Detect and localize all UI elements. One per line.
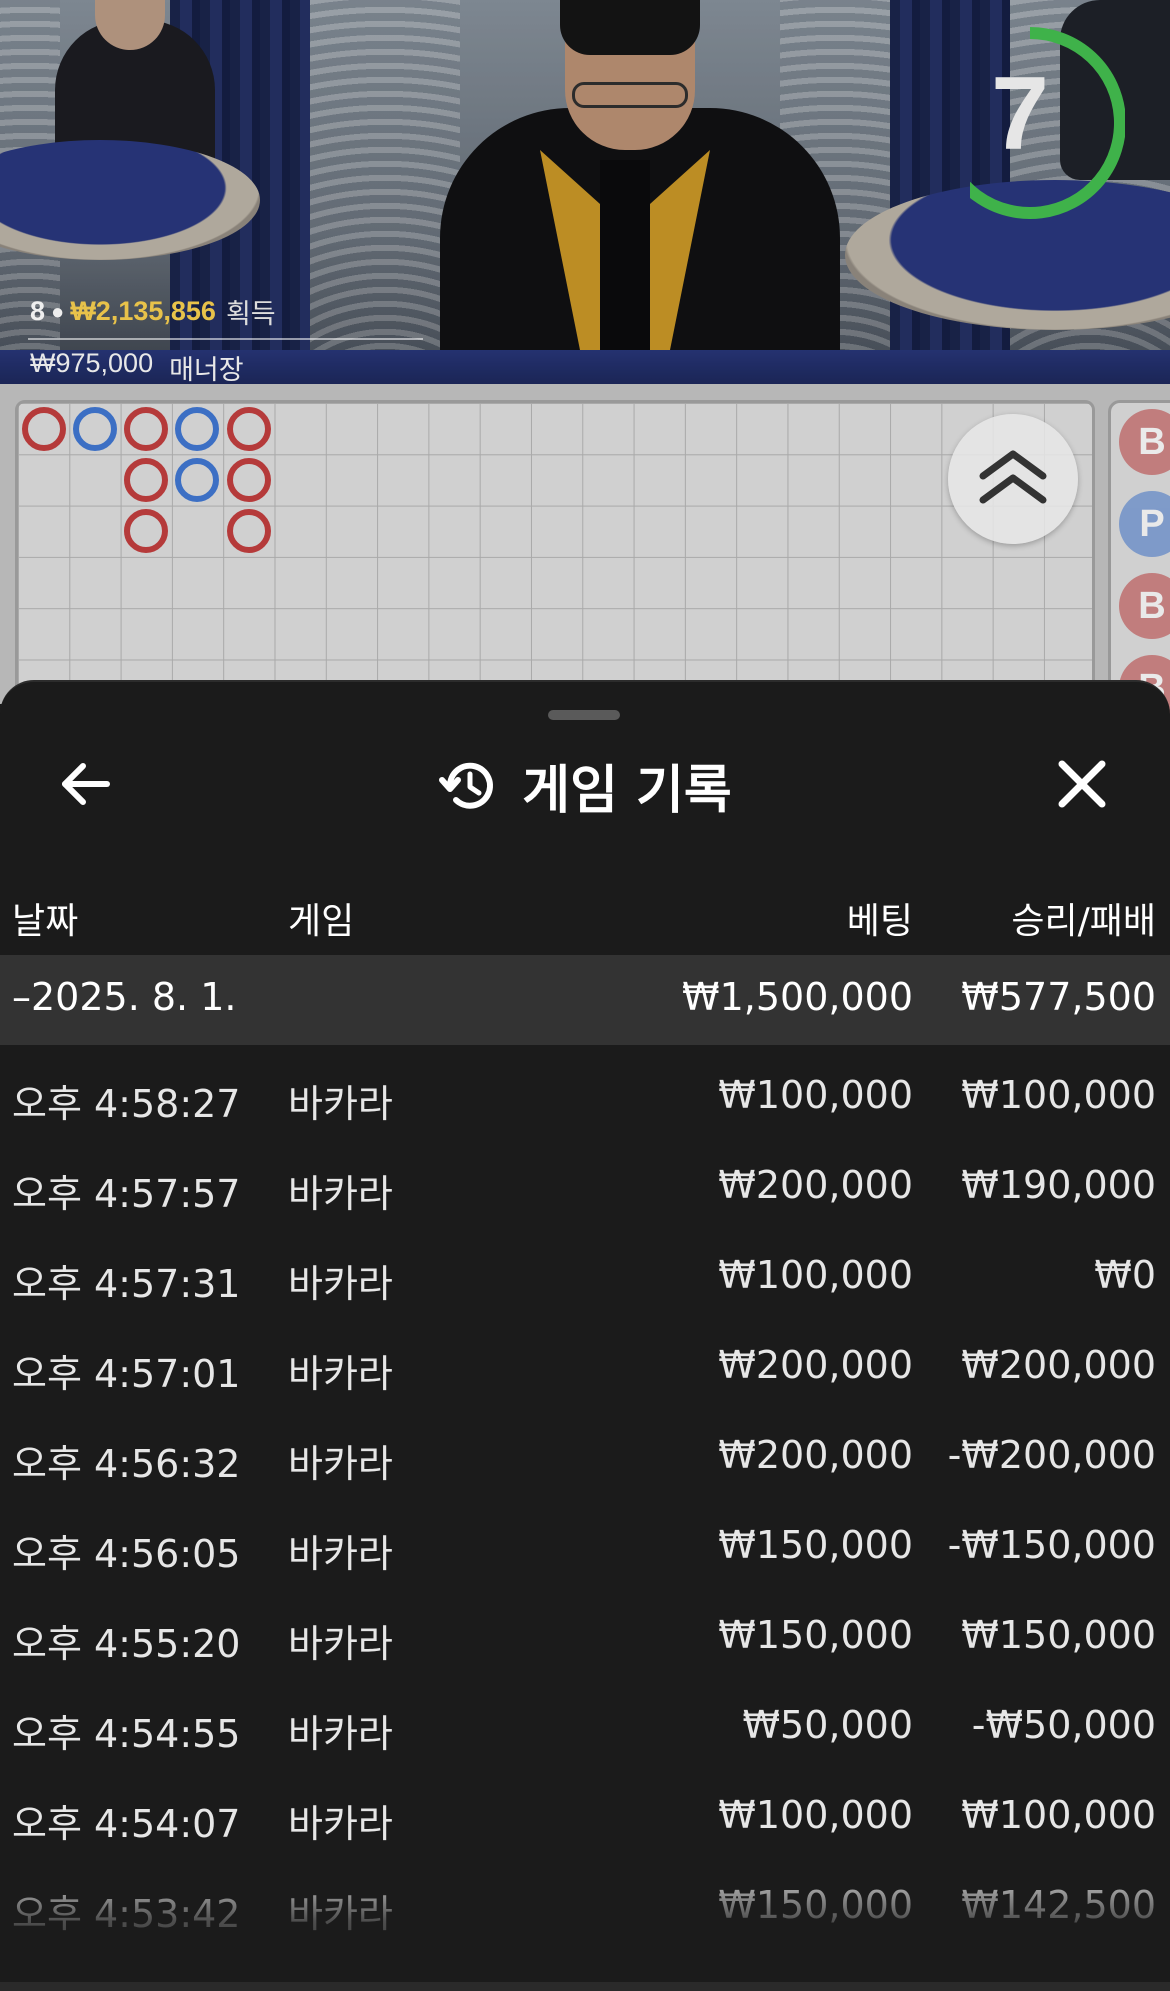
row-game: 바카라 — [288, 1802, 393, 1846]
user-icon: ● — [51, 298, 65, 324]
row-result: ₩150,000 — [961, 1613, 1156, 1657]
player-bead — [175, 457, 220, 502]
row-result: ₩100,000 — [961, 1793, 1156, 1837]
row-time: 오후 4:56:32 — [12, 1442, 241, 1486]
player-result-marker: P — [1119, 491, 1170, 557]
row-game: 바카라 — [288, 1262, 393, 1306]
banker-result-marker: B — [1119, 573, 1170, 639]
history-rows: 오후 4:58:27 바카라 ₩100,000 ₩100,000 오후 4:57:57 바… — [0, 1045, 1170, 1945]
table-row[interactable]: 오후 4:56:05 바카라 ₩150,000 -₩150,000 — [0, 1495, 1170, 1585]
row-time: 오후 4:55:20 — [12, 1622, 241, 1666]
row-result: -₩200,000 — [947, 1433, 1156, 1477]
column-header-game: 게임 — [288, 901, 355, 942]
table-row[interactable]: 오후 4:57:31 바카라 ₩100,000 ₩0 — [0, 1225, 1170, 1315]
title-text: 게임 기록 — [522, 761, 732, 821]
sheet-drag-handle[interactable] — [548, 710, 620, 720]
row-time: 오후 4:57:57 — [12, 1172, 241, 1216]
row-bet: ₩200,000 — [718, 1433, 913, 1477]
row-time: 오후 4:56:05 — [12, 1532, 241, 1576]
table-row[interactable]: 오후 4:57:01 바카라 ₩200,000 ₩200,000 — [0, 1315, 1170, 1405]
bead-road-grid[interactable] — [15, 400, 1095, 710]
banker-bead — [226, 457, 271, 502]
manager-amount: ₩975,000 — [30, 348, 154, 378]
row-bet: ₩50,000 — [742, 1703, 913, 1747]
close-button[interactable] — [1052, 754, 1112, 814]
sheet-title: 게임 기록 — [0, 748, 1170, 823]
row-result: ₩0 — [1094, 1253, 1156, 1297]
table-row[interactable]: 오후 4:54:07 바카라 ₩100,000 ₩100,000 — [0, 1765, 1170, 1855]
table-win-info: 8 ● ₩2,135,856 획득 — [30, 292, 276, 331]
row-game: 바카라 — [288, 1352, 393, 1396]
row-game: 바카라 — [288, 1892, 393, 1936]
row-game: 바카라 — [288, 1532, 393, 1576]
live-video-stream: 7 8 ● ₩2,135,856 획득 ₩975,000 매너장 — [0, 0, 1170, 384]
win-amount: ₩2,135,856 — [70, 296, 216, 326]
row-time: 오후 4:58:27 — [12, 1082, 241, 1126]
table-row[interactable]: 오후 4:53:42 바카라 ₩150,000 ₩142,500 — [0, 1855, 1170, 1945]
player-bead — [175, 406, 220, 451]
row-result: ₩100,000 — [961, 1073, 1156, 1117]
game-history-sheet: 게임 기록 날짜 게임 베팅 승리/패배 –2025. 8. 1. ₩1,500… — [0, 680, 1170, 1991]
row-result: -₩150,000 — [947, 1523, 1156, 1567]
row-game: 바카라 — [288, 1442, 393, 1486]
banker-bead — [124, 406, 169, 451]
row-game: 바카라 — [288, 1172, 393, 1216]
row-result: -₩50,000 — [971, 1703, 1156, 1747]
group-bet-total: ₩1,500,000 — [682, 975, 913, 1019]
win-label: 획득 — [225, 299, 276, 329]
row-bet: ₩150,000 — [718, 1883, 913, 1927]
history-icon — [439, 762, 494, 809]
table-row[interactable]: 오후 4:57:57 바카라 ₩200,000 ₩190,000 — [0, 1135, 1170, 1225]
player-count: 8 — [30, 296, 46, 326]
banker-bead — [226, 509, 271, 554]
row-bet: ₩200,000 — [718, 1343, 913, 1387]
manager-label: 매너장 — [169, 355, 244, 384]
row-bet: ₩200,000 — [718, 1163, 913, 1207]
row-bet: ₩100,000 — [718, 1793, 913, 1837]
row-time: 오후 4:54:07 — [12, 1802, 241, 1846]
row-game: 바카라 — [288, 1082, 393, 1126]
group-date: –2025. 8. 1. — [12, 975, 237, 1019]
column-header-result: 승리/패배 — [1011, 901, 1156, 942]
manager-info: ₩975,000 매너장 — [30, 348, 244, 384]
player-bead — [72, 406, 117, 451]
table-row[interactable]: 오후 4:55:20 바카라 ₩150,000 ₩150,000 — [0, 1585, 1170, 1675]
date-group-row[interactable]: –2025. 8. 1. ₩1,500,000 ₩577,500 — [0, 955, 1170, 1045]
banker-bead — [124, 457, 169, 502]
double-chevron-up-icon — [979, 450, 1047, 504]
banker-bead — [226, 406, 271, 451]
table-row[interactable]: 오후 4:56:32 바카라 ₩200,000 -₩200,000 — [0, 1405, 1170, 1495]
row-game: 바카라 — [288, 1622, 393, 1666]
row-bet: ₩150,000 — [718, 1613, 913, 1657]
row-time: 오후 4:54:55 — [12, 1712, 241, 1756]
banker-bead — [124, 509, 169, 554]
banker-bead — [21, 406, 66, 451]
divider — [28, 338, 423, 340]
countdown-timer: 7 — [991, 56, 1049, 172]
row-result: ₩200,000 — [961, 1343, 1156, 1387]
table-row[interactable]: 오후 4:54:55 바카라 ₩50,000 -₩50,000 — [0, 1675, 1170, 1765]
history-table-header: 날짜 게임 베팅 승리/패배 — [0, 882, 1170, 952]
row-result: ₩142,500 — [961, 1883, 1156, 1927]
row-time: 오후 4:57:01 — [12, 1352, 241, 1396]
row-bet: ₩100,000 — [718, 1253, 913, 1297]
expand-scoreboard-button[interactable] — [948, 414, 1078, 544]
row-bet: ₩150,000 — [718, 1523, 913, 1567]
table-row[interactable]: 오후 4:58:27 바카라 ₩100,000 ₩100,000 — [0, 1045, 1170, 1135]
row-time: 오후 4:57:31 — [12, 1262, 241, 1306]
row-result: ₩190,000 — [961, 1163, 1156, 1207]
group-result-total: ₩577,500 — [961, 975, 1156, 1019]
scoreboard: BPBB — [0, 384, 1170, 720]
row-bet: ₩100,000 — [718, 1073, 913, 1117]
bottom-bar — [0, 1982, 1170, 1991]
column-header-bet: 베팅 — [846, 901, 913, 942]
banker-result-marker: B — [1119, 409, 1170, 475]
row-game: 바카라 — [288, 1712, 393, 1756]
side-road-panel[interactable]: BPBB — [1108, 400, 1170, 720]
row-time: 오후 4:53:42 — [12, 1892, 241, 1936]
column-header-date: 날짜 — [12, 901, 79, 942]
close-icon — [1058, 760, 1106, 808]
